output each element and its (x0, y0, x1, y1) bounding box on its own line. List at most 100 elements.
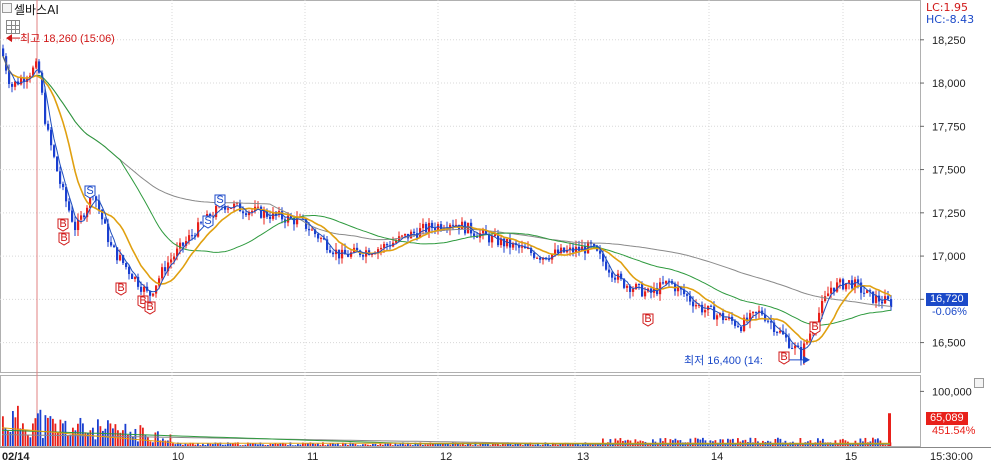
volume-bar (124, 423, 127, 446)
volume-bar (729, 439, 732, 446)
time-label: 15:30:00 (930, 451, 973, 463)
volume-bar (172, 443, 174, 446)
volume-bar (154, 432, 157, 446)
candle-body (809, 333, 812, 341)
volume-bar (522, 445, 524, 446)
volume-bar (412, 445, 414, 446)
volume-bar (417, 444, 419, 446)
volume-bar (367, 444, 369, 446)
candle-body (830, 287, 833, 294)
volume-bar (557, 444, 559, 446)
candle-body (692, 301, 695, 307)
volume-panel-frame (0, 375, 921, 447)
buy-signal: B (60, 232, 67, 244)
volume-bar (29, 437, 32, 446)
volume-bar (119, 432, 122, 446)
volume-bar (149, 441, 152, 446)
volume-bar (262, 444, 264, 446)
price-panel-frame (0, 0, 921, 373)
volume-tick-label: 100,000 (932, 386, 972, 398)
volume-bar (94, 439, 97, 446)
volume-bar (62, 423, 64, 446)
volume-bar (779, 438, 782, 446)
candle-body (152, 293, 155, 296)
volume-bar (24, 429, 27, 446)
candle-body (638, 283, 641, 285)
volume-bar (152, 442, 154, 446)
volume-bar (532, 444, 534, 446)
grid-icon[interactable] (6, 20, 20, 34)
volume-bar (174, 444, 177, 446)
stock-chart[interactable]: 18,250 18,000 17,750 17,500 17,250 17,000 16,7… (0, 0, 991, 466)
candle-body (593, 243, 596, 246)
candle-body (173, 256, 176, 260)
volume-bar (84, 432, 87, 446)
volume-bar (652, 439, 654, 446)
candle-body (404, 233, 407, 236)
volume-bar (327, 444, 329, 446)
volume-bar (409, 444, 412, 446)
volume-bar (72, 427, 74, 446)
candle-body (161, 267, 164, 279)
volume-bar (254, 443, 257, 446)
volume-bar (222, 444, 224, 446)
chart-canvas[interactable]: 18,250 18,000 17,750 17,500 17,250 17,000 16,7… (0, 0, 991, 466)
candle-body (494, 234, 497, 236)
price-tick-label: 17,500 (932, 165, 966, 177)
volume-panel-icon[interactable] (974, 378, 984, 388)
volume-bar (224, 444, 227, 446)
candle-body (134, 276, 137, 280)
candle-body (452, 224, 455, 226)
buy-signal: B (117, 282, 124, 294)
volume-bar (212, 444, 214, 446)
sell-signal: S (86, 185, 93, 197)
volume-bar (194, 444, 197, 446)
volume-bar (267, 444, 269, 446)
candle-body (599, 250, 602, 254)
candle-body (626, 285, 629, 288)
candle-body (104, 219, 107, 224)
candle-body (50, 129, 53, 146)
candle-body (56, 156, 59, 172)
volume-bar (504, 444, 507, 446)
candle-body (308, 228, 311, 231)
volume-bar (44, 415, 47, 446)
candle-body (155, 285, 158, 294)
time-label: 10 (172, 451, 184, 463)
candle-body (842, 279, 845, 290)
volume-bar (67, 435, 69, 446)
buy-signal: B (59, 218, 66, 230)
volume-bar (884, 445, 887, 446)
volume-bar (697, 438, 699, 446)
volume-bar (97, 419, 99, 446)
volume-bar (719, 439, 722, 446)
volume-bar (42, 438, 44, 446)
volume-bar (369, 444, 372, 446)
volume-bar (382, 444, 384, 446)
candle-body (704, 310, 707, 313)
minimize-icon[interactable] (2, 3, 12, 13)
candle-body (197, 222, 200, 237)
volume-bar (434, 444, 437, 446)
candle-body (422, 223, 425, 229)
candle-body (554, 249, 557, 255)
volume-bar (109, 423, 112, 446)
legend-hc: HC:-8.43 (926, 13, 975, 26)
volume-bar (674, 438, 677, 446)
volume-bar (209, 443, 212, 446)
volume-bar (579, 445, 582, 446)
buy-signal: B (780, 351, 787, 363)
volume-bar (422, 444, 424, 446)
candle-body (269, 216, 272, 219)
volume-bar (14, 417, 17, 446)
candle-body (875, 295, 878, 303)
volume-bar (187, 444, 189, 446)
volume-bar (69, 434, 72, 446)
volume-bar (89, 430, 92, 446)
volume-bar (184, 443, 187, 446)
volume-bar (374, 443, 377, 446)
volume-bar (167, 440, 169, 446)
volume-bar (199, 445, 202, 446)
volume-bar (352, 443, 354, 446)
candle-body (380, 247, 383, 250)
